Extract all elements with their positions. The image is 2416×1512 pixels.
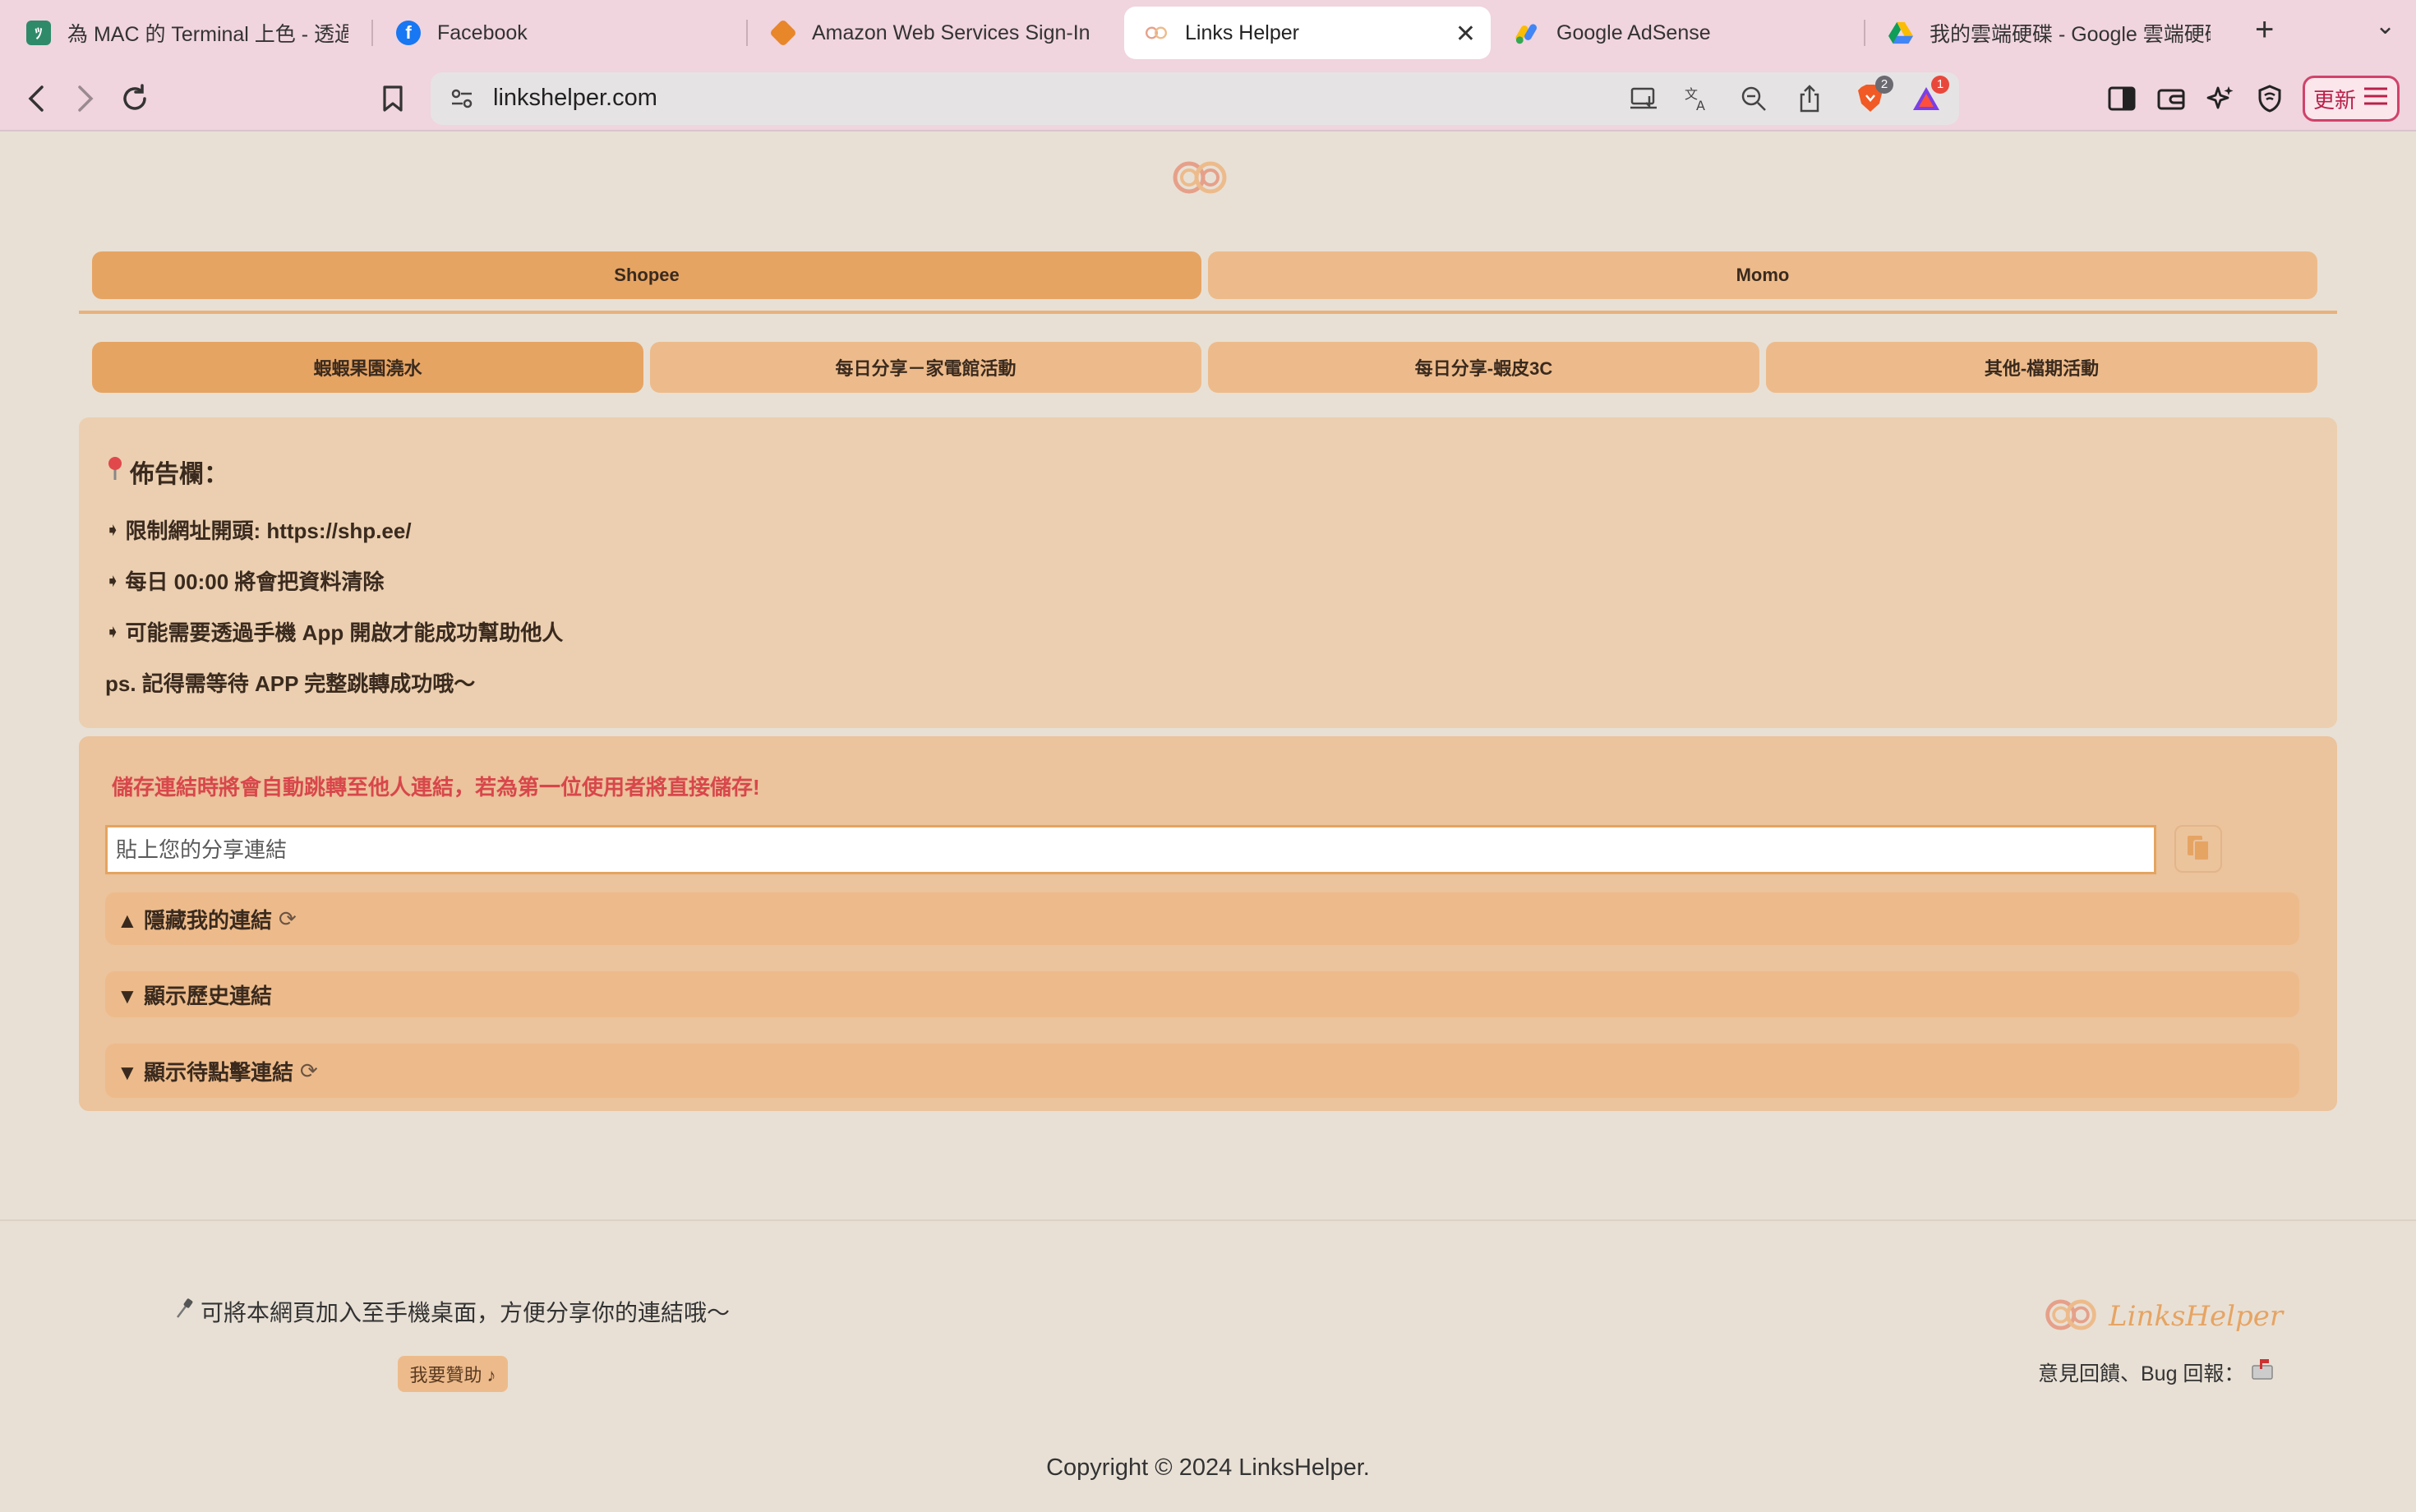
back-arrow-icon[interactable]	[18, 81, 54, 117]
tab-divider	[746, 20, 748, 46]
platform-tabs: Shopee Momo	[92, 251, 2317, 299]
linkshelper-logo-icon	[2041, 1296, 2100, 1338]
vpn-shield-icon[interactable]	[2252, 81, 2288, 117]
copyright: Copyright © 2024 LinksHelper.	[1046, 1454, 1370, 1481]
notice-item: ➧ 可能需要透過手機 App 開啟才能成功幫助他人	[105, 616, 563, 647]
tab-title: Links Helper	[1185, 21, 1299, 44]
pushpin-icon	[174, 1298, 194, 1326]
adsense-favicon-icon	[1515, 21, 1540, 45]
notice-item-text: 可能需要透過手機 App 開啟才能成功幫助他人	[125, 620, 564, 645]
notice-title: 佈告欄：	[105, 454, 228, 490]
terminal-blog-favicon-icon: ﾂ	[26, 21, 51, 45]
notice-ps: ps. 記得需等待 APP 完整跳轉成功哦～	[105, 671, 476, 696]
browser-toolbar: linkshelper.com 文A 2 1	[0, 66, 2416, 131]
forward-arrow-icon[interactable]	[67, 81, 104, 117]
brave-rewards-icon[interactable]: 1	[1908, 76, 1949, 117]
site-settings-icon[interactable]	[444, 81, 480, 117]
clipboard-paste-icon	[2184, 832, 2212, 866]
feedback-text: 意見回饋、Bug 回報：	[2038, 1362, 2245, 1385]
tab-shrimp-orchard[interactable]: 蝦蝦果園澆水	[92, 342, 643, 393]
facebook-favicon-icon: f	[396, 21, 421, 45]
notice-item-text: 限制網址開頭: https://shp.ee/	[125, 519, 412, 543]
zoom-out-icon[interactable]	[1736, 81, 1772, 117]
hamburger-menu-icon	[2363, 86, 2389, 112]
notice-item-text: 每日 00:00 將會把資料清除	[125, 569, 385, 594]
browser-tab[interactable]: Amazon Web Services Sign-In	[751, 7, 1113, 59]
donate-button[interactable]: 我要贊助 ♪	[398, 1356, 508, 1392]
brave-shields-icon[interactable]: 2	[1852, 76, 1893, 117]
divider	[79, 311, 2337, 314]
tab-list-chevron-down-icon[interactable]: ⌄	[2375, 12, 2395, 40]
translate-icon[interactable]: 文A	[1680, 81, 1716, 117]
bookmark-icon[interactable]	[375, 81, 411, 117]
install-app-icon[interactable]	[1625, 81, 1662, 117]
my-links-label: ▲ 隱藏我的連結	[117, 907, 272, 933]
share-panel: 儲存連結時將會自動跳轉至他人連結，若為第一位使用者將直接儲存! ▲ 隱藏我的連結…	[79, 736, 2337, 1111]
notice-item: ➧ 每日 00:00 將會把資料清除	[105, 565, 384, 596]
tab-divider	[371, 20, 373, 46]
update-label: 更新	[2312, 87, 2356, 113]
refresh-icon[interactable]: ⟳	[279, 906, 297, 932]
address-bar[interactable]: linkshelper.com 文A 2 1	[431, 72, 1959, 125]
tab-divider	[1864, 20, 1865, 46]
rewards-count-badge: 1	[1931, 76, 1949, 94]
pending-links-label: ▼ 顯示待點擊連結	[117, 1059, 293, 1085]
reload-icon[interactable]	[117, 81, 153, 117]
mailbox-icon[interactable]	[2250, 1359, 2275, 1385]
browser-tab-active[interactable]: Links Helper ✕	[1124, 7, 1491, 59]
tab-daily-appliance[interactable]: 每日分享－家電館活動	[650, 342, 1201, 393]
auto-redirect-warning: 儲存連結時將會自動跳轉至他人連結，若為第一位使用者將直接儲存!	[112, 775, 760, 800]
svg-text:A: A	[1696, 98, 1705, 112]
aws-favicon-icon	[769, 19, 797, 47]
arrow-right-icon: ➧	[105, 569, 121, 591]
leo-ai-sparkle-icon[interactable]	[2202, 81, 2238, 117]
history-links-label: ▼ 顯示歷史連結	[117, 983, 272, 1008]
brand-name: LinksHelper	[2109, 1300, 2284, 1333]
page-content: Shopee Momo 蝦蝦果園澆水 每日分享－家電館活動 每日分享-蝦皮3C …	[0, 133, 2416, 1512]
toggle-my-links[interactable]: ▲ 隱藏我的連結 ⟳	[105, 892, 2299, 945]
notice-item: ➧ 限制網址開頭: https://shp.ee/	[105, 514, 412, 545]
notice-board: 佈告欄： ➧ 限制網址開頭: https://shp.ee/ ➧ 每日 00:0…	[79, 417, 2337, 728]
browser-tab[interactable]: Google AdSense	[1496, 7, 1857, 59]
linkshelper-favicon-icon	[1144, 21, 1169, 45]
tab-shopee[interactable]: Shopee	[92, 251, 1201, 299]
tab-title: Google AdSense	[1556, 21, 1711, 44]
sidebar-toggle-icon[interactable]	[2104, 81, 2140, 117]
tab-other-events[interactable]: 其他-檔期活動	[1766, 342, 2317, 393]
arrow-right-icon: ➧	[105, 519, 121, 540]
tip-text: 可將本網頁加入至手機桌面，方便分享你的連結哦～	[201, 1300, 731, 1325]
share-icon[interactable]	[1791, 81, 1828, 117]
add-to-homescreen-tip: 可將本網頁加入至手機桌面，方便分享你的連結哦～	[174, 1295, 730, 1328]
linkshelper-logo-icon	[1169, 158, 1231, 197]
close-tab-icon[interactable]: ✕	[1455, 20, 1476, 48]
category-tabs: 蝦蝦果園澆水 每日分享－家電館活動 每日分享-蝦皮3C 其他-檔期活動	[92, 342, 2317, 393]
browser-update-menu-button[interactable]: 更新	[2303, 76, 2400, 122]
arrow-right-icon: ➧	[105, 620, 121, 642]
browser-tab[interactable]: ﾂ 為 MAC 的 Terminal 上色 - 透過 i	[7, 7, 368, 59]
tab-title: 為 MAC 的 Terminal 上色 - 透過 i	[67, 23, 348, 46]
tab-title: Amazon Web Services Sign-In	[812, 21, 1090, 44]
wallet-icon[interactable]	[2153, 81, 2189, 117]
tab-daily-3c[interactable]: 每日分享-蝦皮3C	[1208, 342, 1759, 393]
footer-brand: LinksHelper	[2041, 1295, 2283, 1338]
pin-icon	[105, 455, 125, 488]
refresh-icon[interactable]: ⟳	[300, 1058, 318, 1084]
toggle-pending-links[interactable]: ▼ 顯示待點擊連結 ⟳	[105, 1044, 2299, 1098]
notice-title-text: 佈告欄：	[130, 461, 228, 488]
toggle-history-links[interactable]: ▼ 顯示歷史連結	[105, 971, 2299, 1017]
browser-tab-bar: ﾂ 為 MAC 的 Terminal 上色 - 透過 i f Facebook …	[0, 0, 2416, 66]
browser-tab[interactable]: 我的雲端硬碟 - Google 雲端硬碟	[1869, 7, 2230, 59]
new-tab-plus-icon[interactable]: +	[2255, 12, 2274, 48]
feedback-link[interactable]: 意見回饋、Bug 回報：	[2038, 1358, 2275, 1387]
tab-momo[interactable]: Momo	[1208, 251, 2317, 299]
tab-title: Facebook	[437, 21, 528, 44]
google-drive-favicon-icon	[1888, 21, 1913, 45]
footer-divider	[0, 1219, 2416, 1221]
shields-count-badge: 2	[1875, 76, 1893, 94]
share-link-input[interactable]	[105, 825, 2156, 874]
paste-button[interactable]	[2174, 825, 2222, 873]
url-text[interactable]: linkshelper.com	[493, 85, 657, 112]
browser-tab[interactable]: f Facebook	[376, 7, 738, 59]
tab-title: 我的雲端硬碟 - Google 雲端硬碟	[1930, 23, 2211, 46]
